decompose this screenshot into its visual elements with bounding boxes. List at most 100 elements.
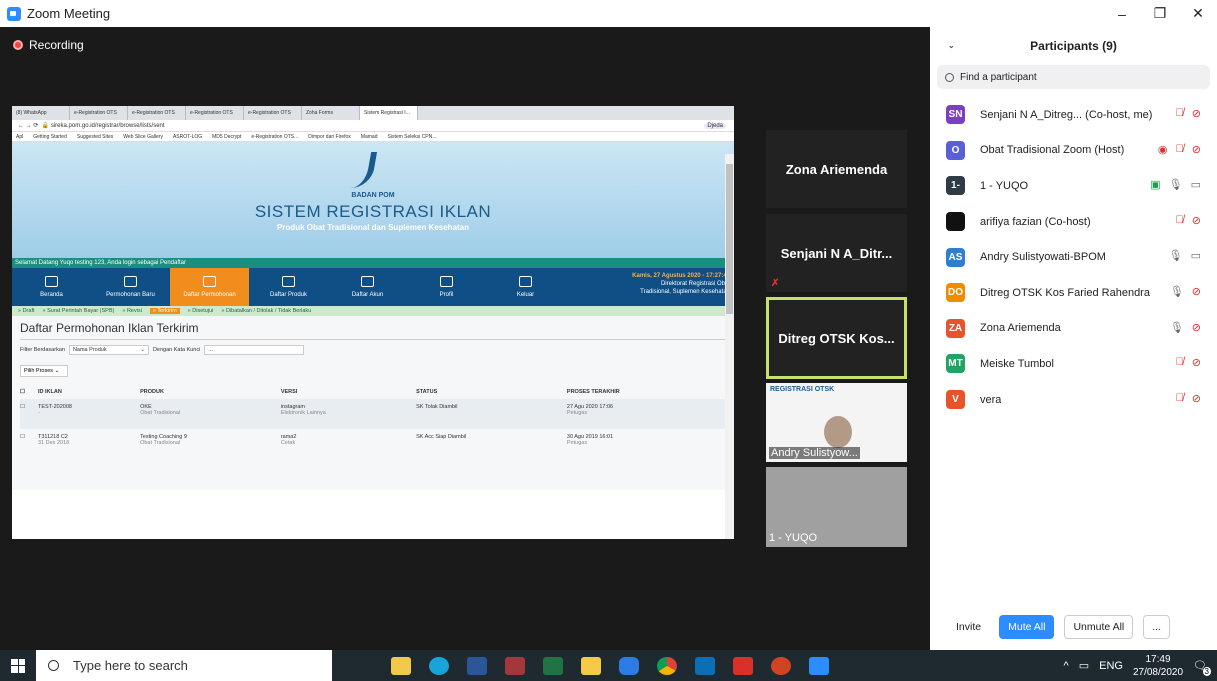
bookmark[interactable]: Sistem Seleksi CPN...	[388, 134, 437, 140]
participant-row[interactable]: DO Ditreg OTSK Kos Faried Rahendra 🎙 ⊘	[930, 275, 1217, 311]
subnav-spb[interactable]: » Surat Perintah Bayar (SPB)	[43, 308, 115, 314]
nav-profil[interactable]: Profil	[407, 268, 486, 306]
video-tile-active-speaker[interactable]: Ditreg OTSK Kos...	[766, 297, 907, 379]
bookmark[interactable]: Web Slice Gallery	[123, 134, 163, 140]
address-bar[interactable]: ← → ⟳ 🔒 sireka.pom.go.id/registrar/brows…	[12, 120, 734, 132]
select-all-checkbox[interactable]: ☐	[20, 385, 38, 399]
close-button[interactable]: ✕	[1179, 0, 1217, 27]
start-button[interactable]	[0, 650, 36, 681]
participant-row[interactable]: ZA Zona Ariemenda 🎙 ⊘	[930, 311, 1217, 347]
nav-beranda[interactable]: Beranda	[12, 268, 91, 306]
browser-tab[interactable]: e-Registration OTS	[70, 106, 128, 120]
mic-icon[interactable]: 🎙	[1169, 178, 1183, 191]
bookmark[interactable]: Mamad	[361, 134, 378, 140]
nav-daftar-akun[interactable]: Daftar Akun	[328, 268, 407, 306]
video-off-icon[interactable]: ⊘	[1192, 143, 1201, 156]
sticky-notes-icon[interactable]	[572, 650, 610, 681]
keyword-input[interactable]: ...	[204, 345, 305, 355]
scrollbar-thumb[interactable]	[726, 164, 733, 314]
acrobat-icon[interactable]	[724, 650, 762, 681]
mic-icon[interactable]: 🎙	[1169, 249, 1183, 262]
bookmark[interactable]: Apl	[16, 134, 23, 140]
browser-tab-active[interactable]: Sistem Registrasi I...	[360, 106, 418, 120]
subnav-revisi[interactable]: » Revisi	[122, 308, 142, 314]
col-header[interactable]: VERSI	[281, 385, 416, 399]
browser-tab[interactable]: e-Registration OTS	[128, 106, 186, 120]
bookmark[interactable]: Getting Started	[33, 134, 67, 140]
browser-tab[interactable]: e-Registration OTS	[244, 106, 302, 120]
language-indicator[interactable]: ENG	[1099, 660, 1123, 672]
mic-muted-icon[interactable]: 🎙̸	[1176, 107, 1184, 120]
nav-daftar-produk[interactable]: Daftar Produk	[249, 268, 328, 306]
row-checkbox[interactable]: ☐	[20, 429, 38, 459]
col-header[interactable]: PROSES TERAKHIR	[567, 385, 726, 399]
restore-button[interactable]: ❐	[1141, 0, 1179, 27]
chrome-icon[interactable]	[648, 650, 686, 681]
browser-tab[interactable]: (8) WhatsApp	[12, 106, 70, 120]
video-tile[interactable]: Zona Ariemenda	[766, 130, 907, 208]
clock[interactable]: 17:49 27/08/2020	[1133, 653, 1183, 679]
col-header[interactable]: ID IKLAN	[38, 385, 140, 399]
nav-keluar[interactable]: Keluar	[486, 268, 565, 306]
col-header[interactable]: PRODUK	[140, 385, 281, 399]
table-row[interactable]: ☐ TEST-202008- OKE Obat Tradisional insta…	[20, 399, 726, 429]
mic-muted-icon[interactable]: 🎙̸	[1176, 356, 1184, 369]
word-icon[interactable]	[458, 650, 496, 681]
video-icon[interactable]: ▭	[1191, 178, 1201, 191]
edge-icon[interactable]	[420, 650, 458, 681]
browser-tab[interactable]: Zoha Forms	[302, 106, 360, 120]
video-off-icon[interactable]: ⊘	[1192, 356, 1201, 369]
participant-search-input[interactable]: Find a participant	[937, 65, 1210, 89]
mic-icon[interactable]: 🎙	[1170, 285, 1184, 298]
zoom-icon[interactable]	[800, 650, 838, 681]
more-button[interactable]: ...	[1143, 615, 1171, 639]
invite-button[interactable]: Invite	[948, 615, 990, 639]
mic-muted-icon[interactable]: 🎙̸	[1176, 392, 1184, 405]
profile-button[interactable]: Djeda	[704, 122, 726, 129]
bookmark[interactable]: e-Registration OTS...	[251, 134, 298, 140]
row-checkbox[interactable]: ☐	[20, 399, 38, 429]
battery-icon[interactable]: ▭	[1079, 659, 1089, 672]
video-tile[interactable]: Senjani N A_Ditr... ✗	[766, 214, 907, 292]
recording-indicator[interactable]: Recording	[13, 38, 84, 52]
subnav-dibatalkan[interactable]: » Dibatalkan / Ditolak / Tidak Berlaku	[221, 308, 311, 314]
participant-row[interactable]: 1- 1 - YUQO ▣ 🎙 ▭	[930, 168, 1217, 204]
mic-muted-icon[interactable]: 🎙̸	[1176, 214, 1184, 227]
video-off-icon[interactable]: ⊘	[1192, 107, 1201, 120]
browser-tab[interactable]: e-Registration OTS	[186, 106, 244, 120]
mic-icon[interactable]: 🎙	[1170, 321, 1184, 334]
participant-row[interactable]: AS Andry Sulistyowati-BPOM 🎙 ▭	[930, 239, 1217, 275]
nav-permohonan-baru[interactable]: Permohonan Baru	[91, 268, 170, 306]
subnav-disetujui[interactable]: » Disetujui	[188, 308, 214, 314]
video-icon[interactable]: ▭	[1191, 249, 1201, 262]
mute-all-button[interactable]: Mute All	[999, 615, 1055, 639]
nav-daftar-permohonan[interactable]: Daftar Permohonan	[170, 268, 249, 306]
video-off-icon[interactable]: ⊘	[1192, 214, 1201, 227]
excel-icon[interactable]	[534, 650, 572, 681]
access-icon[interactable]	[496, 650, 534, 681]
taskbar-search[interactable]: Type here to search	[36, 650, 332, 681]
participant-row[interactable]: SN Senjani N A_Ditreg... (Co-host, me) 🎙…	[930, 97, 1217, 133]
table-row[interactable]: ☐ T311218 C2 31 Des 2018 Testing Coaching…	[20, 429, 726, 459]
proses-select[interactable]: Pilih Proses ⌄	[20, 365, 68, 377]
participant-row[interactable]: V vera 🎙̸ ⊘	[930, 382, 1217, 418]
bookmark[interactable]: Suggested Sites	[77, 134, 113, 140]
subnav-draft[interactable]: » Draft	[18, 308, 35, 314]
notification-icon[interactable]: 🗨 3	[1193, 659, 1211, 676]
file-explorer-icon[interactable]	[382, 650, 420, 681]
video-off-icon[interactable]: ⊘	[1192, 285, 1201, 298]
unmute-all-button[interactable]: Unmute All	[1064, 615, 1134, 639]
shield-icon[interactable]	[610, 650, 648, 681]
scrollbar[interactable]	[725, 154, 734, 539]
participant-row[interactable]: arifiya fazian (Co-host) 🎙̸ ⊘	[930, 204, 1217, 240]
minimize-button[interactable]: –	[1103, 0, 1141, 27]
participant-row[interactable]: O Obat Tradisional Zoom (Host) ◉ 🎙̸ ⊘	[930, 133, 1217, 169]
filter-select[interactable]: Nama Produk ⌄	[68, 345, 149, 355]
chevron-up-icon[interactable]: ^	[1064, 660, 1069, 672]
bookmark[interactable]: MD5 Decrypt	[212, 134, 241, 140]
col-header[interactable]: STATUS	[416, 385, 567, 399]
photos-icon[interactable]	[686, 650, 724, 681]
bookmark[interactable]: ASROT-LOG	[173, 134, 202, 140]
participant-row[interactable]: MT Meiske Tumbol 🎙̸ ⊘	[930, 346, 1217, 382]
video-tile[interactable]: 1 - YUQO	[766, 467, 907, 547]
